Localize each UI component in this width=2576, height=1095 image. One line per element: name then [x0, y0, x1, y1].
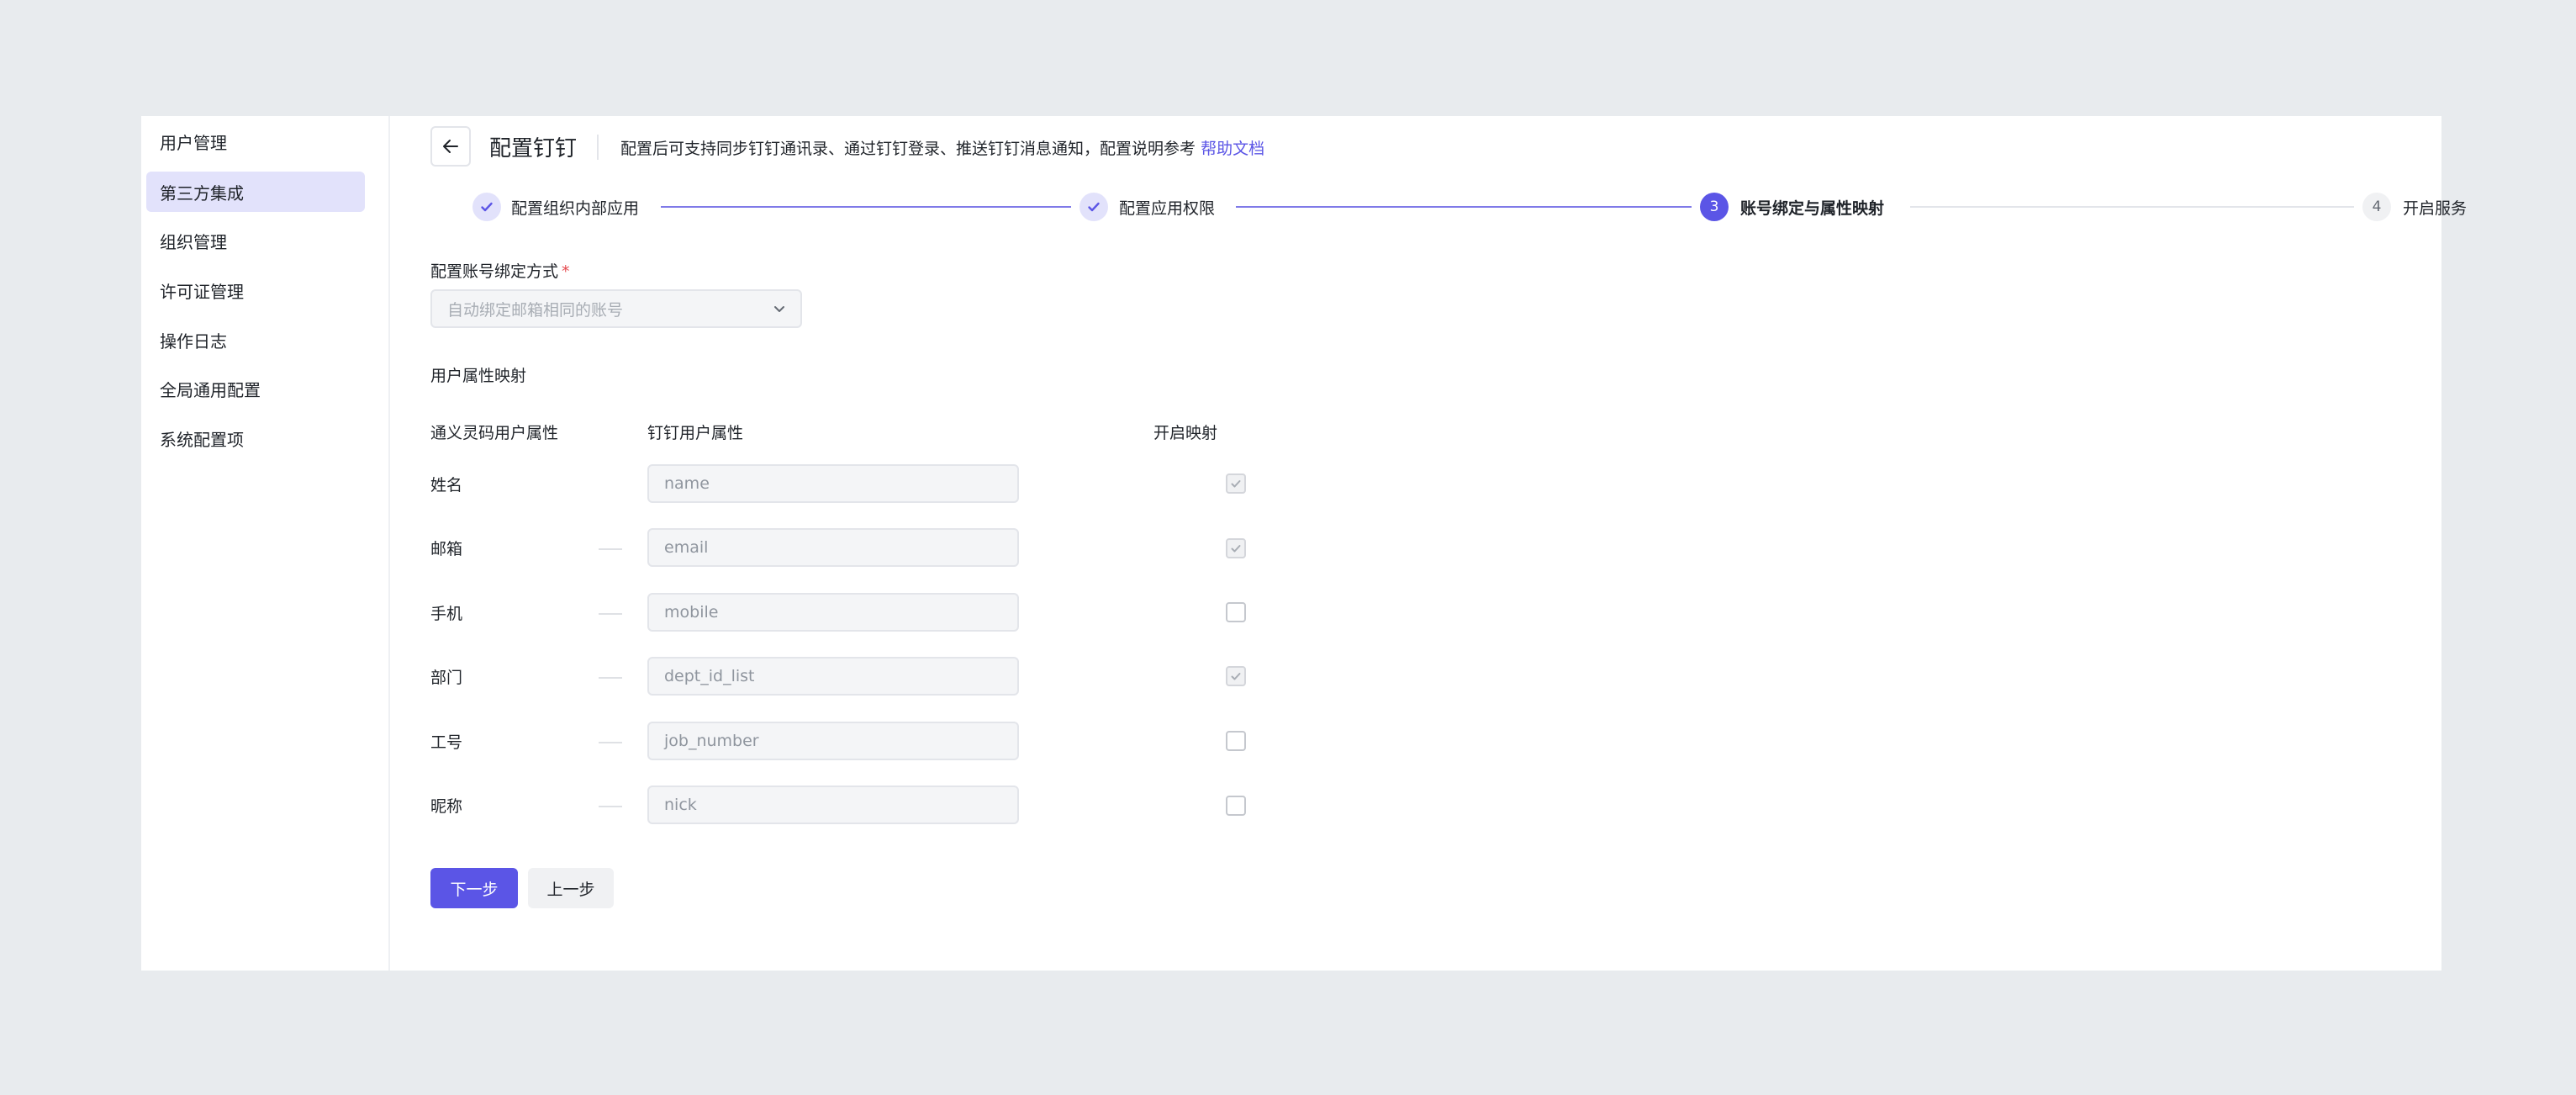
sidebar-item-organization[interactable]: 组织管理 — [146, 220, 365, 261]
step-1-label: 配置组织内部应用 — [511, 199, 640, 218]
check-icon — [481, 202, 493, 212]
mapping-checkbox-job-number[interactable] — [1226, 731, 1246, 751]
mapping-input-department[interactable]: dept_id_list — [647, 657, 1019, 696]
binding-method-select[interactable]: 自动绑定邮箱相同的账号 — [430, 289, 802, 328]
previous-step-button[interactable]: 上一步 — [528, 868, 614, 908]
mapping-connector — [599, 548, 622, 550]
description-text: 配置后可支持同步钉钉通讯录、通过钉钉登录、推送钉钉消息通知，配置说明参考 — [620, 140, 1196, 158]
back-button[interactable] — [430, 126, 471, 167]
step-4-number: 4 — [2362, 193, 2391, 221]
step-2-label: 配置应用权限 — [1119, 199, 1216, 218]
step-3-connector — [1910, 206, 2354, 208]
step-3-number: 3 — [1700, 193, 1729, 221]
binding-method-text: 配置账号绑定方式 — [430, 262, 559, 281]
check-icon — [1231, 673, 1241, 680]
mapping-connector — [599, 742, 622, 743]
step-2-check — [1079, 193, 1108, 221]
main-panel: 用户管理 第三方集成 组织管理 许可证管理 操作日志 全局通用配置 系统配置项 … — [141, 116, 2467, 971]
check-icon — [1088, 202, 1100, 212]
step-3-label: 账号绑定与属性映射 — [1740, 199, 1885, 218]
required-mark: * — [562, 262, 570, 281]
column-enable-mapping: 开启映射 — [1153, 424, 1218, 442]
sidebar-item-license[interactable]: 许可证管理 — [146, 270, 365, 310]
mapping-input-job-number[interactable]: job_number — [647, 722, 1019, 760]
mapping-checkbox-email — [1226, 538, 1246, 558]
mapping-row-label-mobile: 手机 — [430, 605, 463, 623]
mapping-connector — [599, 677, 622, 679]
step-2-connector — [1236, 206, 1692, 208]
mapping-input-nickname[interactable]: nick — [647, 786, 1019, 824]
sidebar-item-users[interactable]: 用户管理 — [146, 121, 365, 161]
column-local-attribute: 通义灵码用户属性 — [430, 424, 559, 442]
check-icon — [1231, 480, 1241, 488]
sidebar-item-system-config[interactable]: 系统配置项 — [146, 418, 365, 458]
page-title: 配置钉钉 — [489, 136, 578, 161]
mapping-input-mobile[interactable]: mobile — [647, 593, 1019, 632]
mapping-row-label-department: 部门 — [430, 669, 463, 687]
sidebar-item-global-config[interactable]: 全局通用配置 — [146, 368, 365, 409]
binding-method-label: 配置账号绑定方式 * — [430, 259, 570, 282]
arrow-left-icon — [443, 140, 458, 153]
content-area: 配置钉钉 配置后可支持同步钉钉通讯录、通过钉钉登录、推送钉钉消息通知，配置说明参… — [390, 116, 2467, 971]
mapping-connector — [599, 806, 622, 807]
mapping-connector — [599, 613, 622, 615]
mapping-input-email[interactable]: email — [647, 528, 1019, 567]
step-1-check — [472, 193, 501, 221]
mapping-checkbox-nickname[interactable] — [1226, 796, 1246, 816]
mapping-checkbox-department — [1226, 666, 1246, 686]
help-doc-link[interactable]: 帮助文档 — [1201, 140, 1264, 158]
sidebar-item-third-party[interactable]: 第三方集成 — [146, 172, 365, 212]
mapping-row-label-name: 姓名 — [430, 476, 463, 495]
mapping-row-label-job-number: 工号 — [430, 733, 463, 752]
mapping-section-title: 用户属性映射 — [430, 367, 527, 385]
sidebar: 用户管理 第三方集成 组织管理 许可证管理 操作日志 全局通用配置 系统配置项 — [141, 116, 390, 971]
page-description: 配置后可支持同步钉钉通讯录、通过钉钉登录、推送钉钉消息通知，配置说明参考 帮助文… — [620, 136, 1264, 159]
binding-method-value: 自动绑定邮箱相同的账号 — [447, 300, 624, 320]
chevron-down-icon — [774, 306, 784, 312]
sidebar-item-logs[interactable]: 操作日志 — [146, 320, 365, 360]
column-dingtalk-attribute: 钉钉用户属性 — [647, 424, 744, 442]
title-divider — [597, 135, 599, 160]
step-4-label: 开启服务 — [2403, 199, 2468, 218]
mapping-input-name[interactable]: name — [647, 464, 1019, 503]
mapping-row-label-nickname: 昵称 — [430, 797, 463, 816]
next-step-button[interactable]: 下一步 — [430, 868, 518, 908]
step-1-connector — [661, 206, 1071, 208]
mapping-row-label-email: 邮箱 — [430, 540, 463, 558]
mapping-checkbox-mobile[interactable] — [1226, 602, 1246, 622]
mapping-checkbox-name — [1226, 473, 1246, 494]
check-icon — [1231, 545, 1241, 553]
